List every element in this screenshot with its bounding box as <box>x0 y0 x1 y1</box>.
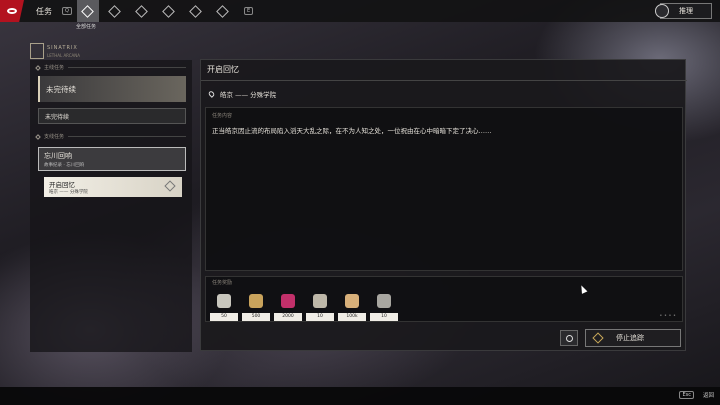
main-quest-sub-label: 未完待续 <box>45 114 70 121</box>
more-dots: • • • • <box>659 313 676 319</box>
side-quest-name: 忘川回响 <box>44 152 72 160</box>
current-quest-name: 开启回忆 <box>49 181 75 189</box>
reason-button[interactable]: 推理 <box>655 3 712 19</box>
bottom-bar: Esc 返回 <box>0 387 720 405</box>
reward-box: 任务奖励 50 500 2000 10 100k 10 • • • • <box>205 276 683 322</box>
tab-quest-6[interactable] <box>212 0 234 22</box>
reward-item[interactable]: 2000 <box>274 289 302 321</box>
reason-button-label: 推理 <box>679 7 693 15</box>
track-icon <box>592 332 604 344</box>
side-section-label: 支线任务 <box>44 134 65 140</box>
reward-count: 10 <box>306 313 334 321</box>
reward-count: 100k <box>338 313 366 321</box>
reward-item[interactable]: 50 <box>210 289 238 321</box>
reward-item-icon <box>210 289 238 313</box>
main-quest-label: 未完待续 <box>46 84 76 94</box>
emblem-logo: SINATRIX LETHAL ARCANA <box>30 43 150 61</box>
companion-button[interactable] <box>560 330 578 346</box>
tab-quest-4[interactable] <box>158 0 180 22</box>
quest-location: 皓京 —— 分殊学院 <box>207 89 277 99</box>
side-quest-section-header: 支线任务 <box>35 133 186 140</box>
quest-content-box: 任务内容 正当皓京因止流的布局陷入滔天大乱之际，在不为人知之处，一位祝由在心中暗… <box>205 107 683 271</box>
reward-item-icon <box>242 289 270 313</box>
content-label: 任务内容 <box>212 113 233 119</box>
reason-icon <box>655 4 669 18</box>
quest-category-icon <box>108 4 122 18</box>
tab-all-quests[interactable] <box>76 0 99 22</box>
location-text: 皓京 —— 分殊学院 <box>220 91 277 99</box>
current-quest-desc: 皓京 —— 分殊学院 <box>49 190 88 195</box>
quest-title: 开启回忆 <box>207 65 239 74</box>
tab-quest-3[interactable] <box>131 0 153 22</box>
content-text: 正当皓京因止流的布局陷入滔天大乱之际，在不为人知之处，一位祝由在心中暗暗下定了决… <box>212 127 492 135</box>
reward-item-icon <box>274 289 302 313</box>
main-quest-sub-item[interactable]: 未完待续 <box>38 108 186 124</box>
back-button[interactable]: 返回 <box>703 391 714 399</box>
reward-item-icon <box>306 289 334 313</box>
stop-tracking-label: 停止追踪 <box>616 334 644 342</box>
side-quest-item[interactable]: 忘川回响 故事纪录 · 忘川回响 <box>38 147 186 171</box>
current-quest-item[interactable]: 开启回忆 皓京 —— 分殊学院 <box>44 177 182 197</box>
reward-item[interactable]: 100k <box>338 289 366 321</box>
diamond-icon <box>35 64 41 71</box>
reward-list: 50 500 2000 10 100k 10 <box>210 289 402 321</box>
emblem-text-1: SINATRIX <box>47 45 78 51</box>
quest-category-icon <box>135 4 149 18</box>
reward-item[interactable]: 10 <box>370 289 398 321</box>
reward-item-icon <box>338 289 366 313</box>
quest-category-icon <box>162 4 176 18</box>
main-quest-item[interactable]: 未完待续 <box>38 76 186 102</box>
reward-count: 500 <box>242 313 270 321</box>
main-quest-section-header: 主线任务 <box>35 64 186 71</box>
tab-quest-2[interactable] <box>104 0 126 22</box>
reward-item-icon <box>370 289 398 313</box>
key-hint-right: E <box>243 7 254 15</box>
quest-category-icon <box>216 4 230 18</box>
quest-list-panel <box>30 60 192 352</box>
all-quests-icon <box>81 4 95 18</box>
quest-detail-panel: 开启回忆 皓京 —— 分殊学院 任务内容 正当皓京因止流的布局陷入滔天大乱之际，… <box>200 59 687 351</box>
emblem-icon <box>30 43 44 59</box>
reward-label: 任务奖励 <box>212 280 233 286</box>
main-section-label: 主线任务 <box>44 65 65 71</box>
reward-item[interactable]: 10 <box>306 289 334 321</box>
reward-count: 10 <box>370 313 398 321</box>
esc-key-hint: Esc <box>679 391 694 399</box>
location-pin-icon <box>207 90 216 98</box>
companion-icon <box>565 334 573 342</box>
quest-category-icon <box>189 4 203 18</box>
reward-count: 2000 <box>274 313 302 321</box>
side-quest-desc: 故事纪录 · 忘川回响 <box>44 163 85 168</box>
diamond-icon <box>35 133 41 140</box>
top-bar: 任务 Q E <box>0 0 720 22</box>
stop-tracking-button[interactable]: 停止追踪 <box>585 329 681 347</box>
tab-quest-5[interactable] <box>185 0 207 22</box>
reward-item[interactable]: 500 <box>242 289 270 321</box>
reward-count: 50 <box>210 313 238 321</box>
active-tab-label: 全部任务 <box>76 24 97 30</box>
game-logo-icon[interactable] <box>0 0 24 22</box>
key-hint-left: Q <box>62 7 72 15</box>
emblem-text-2: LETHAL ARCANA <box>47 53 81 58</box>
page-title: 任务 <box>36 6 52 16</box>
